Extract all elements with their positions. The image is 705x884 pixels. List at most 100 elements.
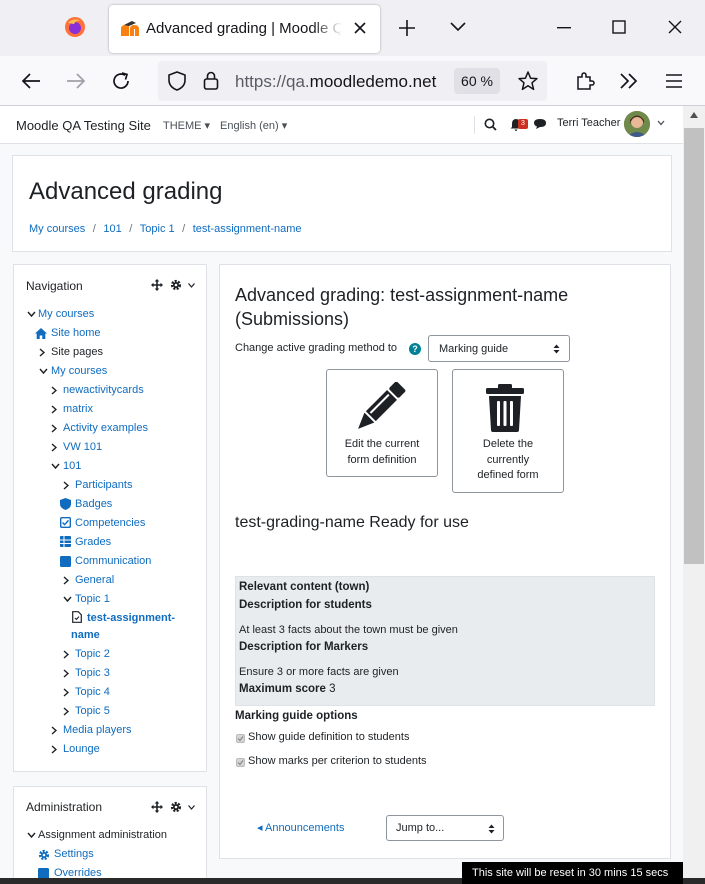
- reload-icon[interactable]: [111, 71, 131, 91]
- move-block-icon[interactable]: [151, 279, 163, 291]
- communication-square-icon: [60, 556, 71, 567]
- nav-item-my-courses-sub[interactable]: My courses: [51, 365, 107, 377]
- breadcrumb-assignment[interactable]: test-assignment-name: [193, 223, 302, 235]
- scroll-up-arrow-icon[interactable]: [689, 111, 699, 119]
- extensions-puzzle-icon[interactable]: [574, 70, 596, 92]
- nav-item-matrix[interactable]: matrix: [63, 403, 93, 415]
- nav-item-grades[interactable]: Grades: [75, 536, 111, 548]
- nav-item-activity-examples[interactable]: Activity examples: [63, 422, 148, 434]
- nav-item-my-courses[interactable]: My courses: [38, 308, 94, 320]
- messages-chat-icon[interactable]: [533, 118, 547, 130]
- chevron-right-icon[interactable]: [51, 424, 57, 433]
- option-1-checkbox: [236, 734, 245, 743]
- help-question-icon[interactable]: ?: [409, 343, 421, 355]
- chevron-right-icon[interactable]: [39, 348, 45, 357]
- scrollbar-thumb[interactable]: [684, 128, 704, 564]
- left-arrow-icon: ◂: [257, 822, 263, 834]
- block-actions-chevron-icon[interactable]: [188, 805, 195, 810]
- nav-item-test-assignment[interactable]: test-assignment-: [87, 612, 175, 624]
- chevron-right-icon[interactable]: [63, 707, 69, 716]
- select-arrows-icon: [488, 824, 495, 834]
- maximum-score: Maximum score 3: [239, 683, 336, 695]
- more-tools-chevrons-icon[interactable]: [619, 72, 639, 90]
- browser-tab-active[interactable]: Advanced grading | Moodle QA Testing Sit…: [109, 5, 380, 53]
- chevron-down-icon[interactable]: [27, 832, 36, 839]
- edit-button-label-line-1: Edit the current: [344, 438, 420, 450]
- nav-item-topic-3[interactable]: Topic 3: [75, 667, 110, 679]
- nav-item-site-pages[interactable]: Site pages: [51, 346, 103, 358]
- user-menu-chevron-icon[interactable]: [657, 120, 665, 126]
- chevron-right-icon[interactable]: [51, 726, 57, 735]
- url-bar[interactable]: https://qa.moodledemo.net 60 %: [158, 61, 547, 101]
- language-menu[interactable]: English (en) ▾: [220, 119, 287, 132]
- chevron-down-icon[interactable]: [39, 368, 48, 375]
- chevron-right-icon[interactable]: [63, 669, 69, 678]
- chevron-down-icon[interactable]: [63, 596, 72, 603]
- bookmark-star-icon[interactable]: [517, 70, 539, 92]
- nav-item-topic-4[interactable]: Topic 4: [75, 686, 110, 698]
- chevron-right-icon[interactable]: [51, 745, 57, 754]
- block-actions-chevron-icon[interactable]: [188, 283, 195, 288]
- block-gear-icon[interactable]: [170, 279, 182, 291]
- chevron-right-icon[interactable]: [51, 443, 57, 452]
- minimize-icon[interactable]: [557, 27, 571, 29]
- admin-item-settings[interactable]: Settings: [54, 848, 94, 860]
- close-window-icon[interactable]: [668, 20, 682, 34]
- url-text[interactable]: https://qa.moodledemo.net: [235, 72, 447, 92]
- chevron-right-icon[interactable]: [63, 576, 69, 585]
- settings-gear-icon: [38, 849, 50, 861]
- admin-item-assignment-administration[interactable]: Assignment administration: [38, 829, 167, 841]
- chevron-right-icon[interactable]: [63, 650, 69, 659]
- nav-item-media-players[interactable]: Media players: [63, 724, 131, 736]
- nav-item-vw-101[interactable]: VW 101: [63, 441, 102, 453]
- jump-to-select[interactable]: Jump to...: [386, 815, 504, 841]
- breadcrumb-my-courses[interactable]: My courses: [29, 223, 85, 235]
- nav-item-topic-1[interactable]: Topic 1: [75, 593, 110, 605]
- zoom-level[interactable]: 60 %: [454, 68, 500, 94]
- nav-item-badges[interactable]: Badges: [75, 498, 112, 510]
- move-block-icon[interactable]: [151, 801, 163, 813]
- nav-item-site-home[interactable]: Site home: [51, 327, 101, 339]
- delete-form-button[interactable]: Delete the currently defined form: [452, 369, 564, 493]
- back-arrow-icon[interactable]: [21, 72, 41, 90]
- breadcrumb-topic-1[interactable]: Topic 1: [140, 223, 175, 235]
- announcements-link[interactable]: ◂ Announcements: [257, 821, 344, 834]
- theme-menu[interactable]: THEME ▾: [163, 119, 210, 132]
- page-header-card: Advanced grading My courses / 101 / Topi…: [12, 155, 672, 252]
- chevron-right-icon[interactable]: [63, 688, 69, 697]
- avatar[interactable]: [624, 111, 650, 137]
- close-tab-icon[interactable]: [353, 21, 367, 35]
- breadcrumb-101[interactable]: 101: [103, 223, 121, 235]
- block-gear-icon[interactable]: [170, 801, 182, 813]
- maximize-icon[interactable]: [612, 20, 626, 34]
- chevron-down-icon[interactable]: [27, 311, 36, 318]
- grading-method-select[interactable]: Marking guide: [428, 335, 570, 362]
- list-tabs-chevron-icon[interactable]: [449, 21, 467, 33]
- nav-item-lounge[interactable]: Lounge: [63, 743, 100, 755]
- site-name[interactable]: Moodle QA Testing Site: [16, 118, 151, 133]
- nav-item-newactivitycards[interactable]: newactivitycards: [63, 384, 144, 396]
- nav-item-general[interactable]: General: [75, 574, 114, 586]
- nav-item-participants[interactable]: Participants: [75, 479, 132, 491]
- firefox-icon[interactable]: [63, 15, 87, 39]
- chevron-right-icon[interactable]: [51, 386, 57, 395]
- students-description-heading: Description for students: [239, 599, 372, 611]
- chevron-right-icon[interactable]: [63, 481, 69, 490]
- delete-button-label-line-2: currently: [486, 453, 530, 466]
- nav-item-topic-2[interactable]: Topic 2: [75, 648, 110, 660]
- hamburger-menu-icon[interactable]: [665, 73, 683, 89]
- delete-button-label: Delete the currently defined form: [453, 437, 563, 484]
- edit-form-definition-button[interactable]: Edit the current form definition: [326, 369, 438, 477]
- chevron-down-icon[interactable]: [51, 463, 60, 470]
- lock-icon[interactable]: [203, 71, 219, 91]
- shield-icon[interactable]: [168, 71, 186, 91]
- nav-item-competencies[interactable]: Competencies: [75, 517, 145, 529]
- nav-item-communication[interactable]: Communication: [75, 555, 151, 567]
- nav-item-test-assignment-cont[interactable]: name: [71, 629, 100, 641]
- chevron-right-icon[interactable]: [51, 405, 57, 414]
- user-name[interactable]: Terri Teacher: [557, 117, 620, 129]
- nav-item-101[interactable]: 101: [63, 460, 81, 472]
- nav-item-topic-5[interactable]: Topic 5: [75, 705, 110, 717]
- search-icon[interactable]: [484, 118, 497, 131]
- new-tab-icon[interactable]: [398, 19, 416, 37]
